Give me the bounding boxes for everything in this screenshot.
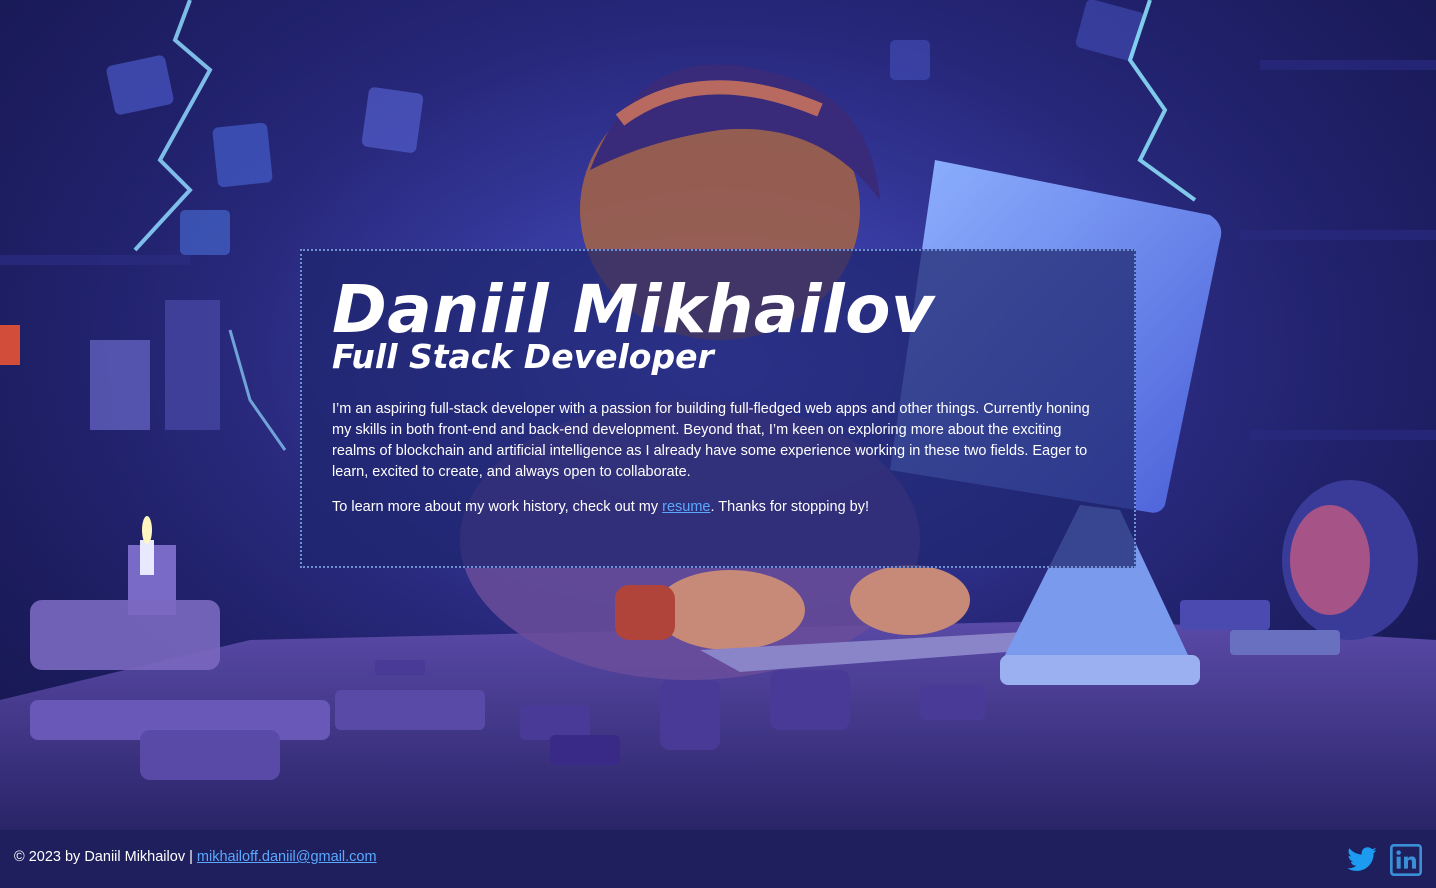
resume-paragraph: To learn more about my work history, che… — [332, 497, 1104, 518]
resume-text-after: . Thanks for stopping by! — [710, 499, 870, 515]
linkedin-icon[interactable] — [1390, 844, 1422, 876]
resume-text-before: To learn more about my work history, che… — [332, 499, 663, 515]
footer: © 2023 by Daniil Mikhailov | mikhailoff.… — [0, 830, 1436, 888]
resume-link[interactable]: resume — [662, 499, 710, 515]
copyright-label: © 2023 by Daniil Mikhailov | — [14, 849, 197, 865]
page-title: Daniil Mikhailov — [332, 271, 935, 348]
bio-paragraph: I’m an aspiring full-stack developer wit… — [332, 401, 1090, 480]
hero-section: Daniil Mikhailov Full Stack Developer I’… — [0, 0, 1436, 830]
email-link[interactable]: mikhailoff.daniil@gmail.com — [197, 849, 377, 865]
copyright-text: © 2023 by Daniil Mikhailov | mikhailoff.… — [14, 847, 377, 867]
twitter-icon[interactable] — [1346, 844, 1378, 876]
intro-card: Daniil Mikhailov Full Stack Developer I’… — [300, 249, 1136, 568]
social-links — [1346, 844, 1422, 876]
